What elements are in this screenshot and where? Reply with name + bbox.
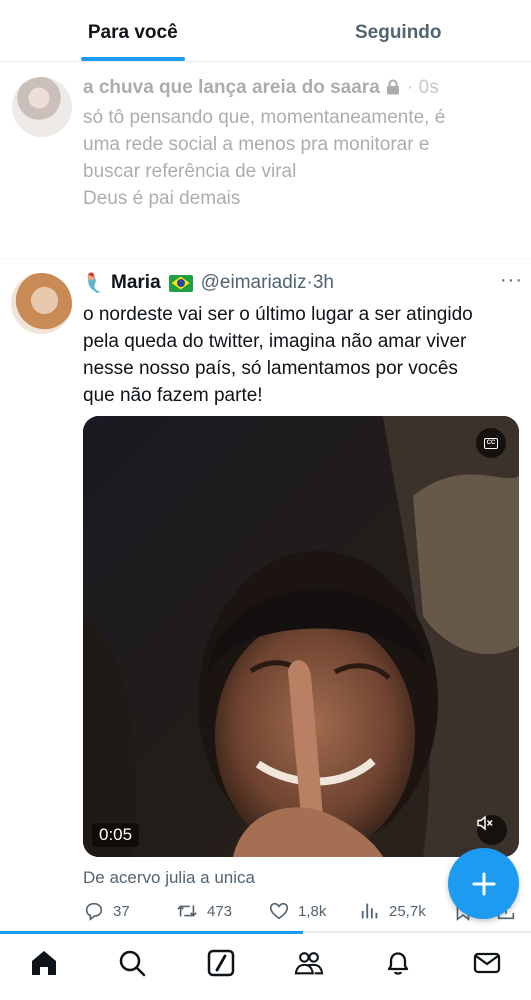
tweet-text-line: nesse nosso país, só lamentamos por você… [83,358,458,379]
active-tab-indicator [80,57,185,61]
tweet-text-line: o nordeste vai ser o último lugar a ser … [83,304,473,325]
display-name: a chuva que lança areia do saara [83,77,380,98]
nav-messages[interactable] [472,948,502,978]
mermaid-emoji-icon [83,272,107,294]
tweet-text-line: só tô pensando que, momentaneamente, é [83,107,446,128]
tweet-content: Maria @eimariadiz · 3h ··· o nordeste vai … [83,269,523,409]
reply-icon [85,902,103,921]
display-name[interactable]: Maria [111,269,161,297]
views-chart-icon [361,903,378,919]
nav-home[interactable] [29,948,59,978]
tweet-text-line: buscar referência de viral [83,161,297,182]
repost-button[interactable]: 473 [175,900,232,922]
repost-icon [177,905,197,917]
more-options-icon[interactable]: ··· [500,266,523,294]
mute-button[interactable] [477,815,507,845]
captions-button[interactable]: CC [476,428,506,458]
lock-icon [386,77,400,103]
tweet-content: a chuva que lança areia do saara · 0s só… [83,75,513,212]
reply-count: 37 [113,902,130,920]
tweet-header: a chuva que lança areia do saara · 0s [83,75,513,103]
compose-button[interactable] [448,848,519,919]
nav-notifications[interactable] [383,948,413,978]
tweet-time: 0s [418,77,439,98]
speaker-muted-icon [477,815,493,831]
like-count: 1,8k [298,902,327,920]
timeline-tabs: Para você Seguindo [0,0,531,62]
reply-button[interactable]: 37 [83,900,130,922]
nav-communities[interactable] [294,948,324,978]
views-button[interactable]: 25,7k [359,900,426,922]
like-button[interactable]: 1,8k [268,900,326,922]
tweet-pending[interactable]: a chuva que lança areia do saara · 0s só… [0,63,531,259]
avatar[interactable] [12,77,72,137]
heart-icon [269,902,289,920]
tab-label: Para você [87,21,178,43]
tweet-text-line: pela queda do twitter, imagina não amar … [83,331,467,352]
tab-seguindo[interactable]: Seguindo [266,0,531,61]
views-count: 25,7k [389,902,426,920]
bottom-navigation [0,934,531,1000]
tweet-text-line: Deus é pai demais [83,188,241,209]
tweet-text-line: uma rede social a menos pra monitorar e [83,134,430,155]
search-icon [119,950,146,977]
tweet-time: 3h [312,272,334,293]
tweet[interactable]: Maria @eimariadiz · 3h ··· o nordeste vai … [0,260,531,932]
video-player[interactable]: CC 0:05 [83,416,519,857]
video-duration: 0:05 [92,823,140,847]
tweet-text-line: que não fazem parte! [83,385,263,406]
notifications-icon [387,952,409,975]
nav-grok[interactable] [206,948,236,978]
repost-count: 473 [207,902,233,920]
communities-icon [294,952,324,975]
tab-label: Seguindo [354,21,442,43]
video-source-attribution[interactable]: De acervo julia a unica [83,868,255,888]
messages-icon [473,952,501,974]
captions-icon: CC [484,437,498,449]
video-frame [83,416,519,857]
brazil-flag-icon [168,274,193,292]
nav-search[interactable] [117,948,147,978]
tweet-text: só tô pensando que, momentaneamente, é u… [83,104,513,212]
plus-icon [472,872,495,895]
tab-para-voce[interactable]: Para você [0,0,266,61]
user-handle[interactable]: @eimariadiz [201,269,307,297]
grok-icon [207,949,235,977]
tweet-header: Maria @eimariadiz · 3h ··· [83,269,523,297]
tweet-text: o nordeste vai ser o último lugar a ser … [83,301,523,409]
home-icon [32,951,56,975]
avatar[interactable] [11,273,72,334]
